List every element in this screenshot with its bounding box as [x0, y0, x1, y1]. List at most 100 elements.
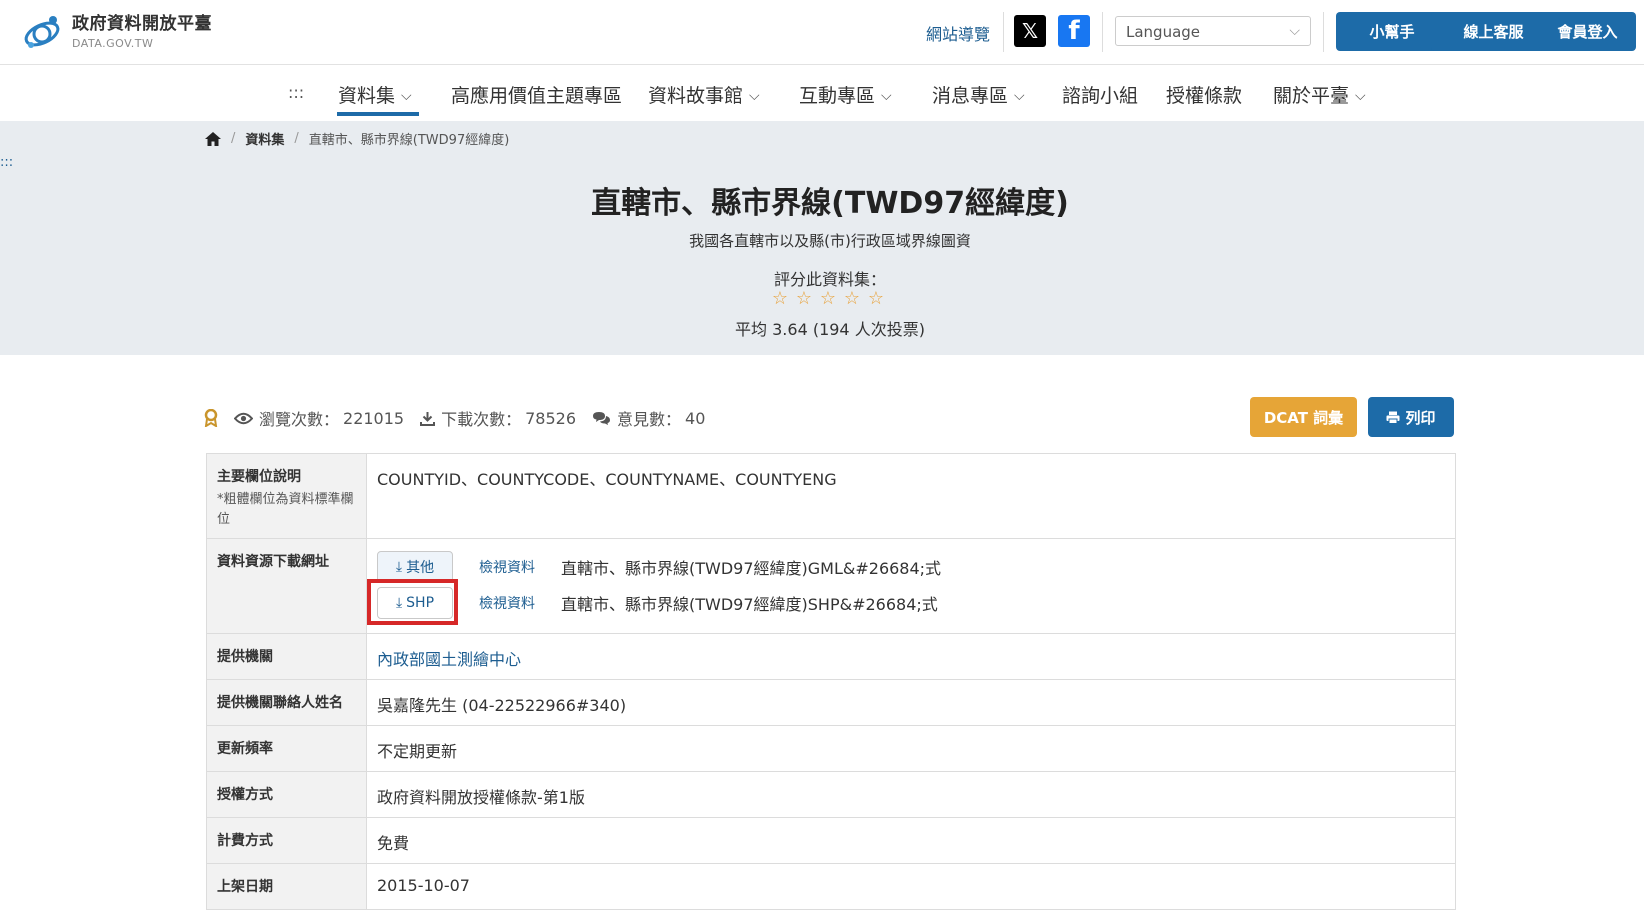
site-logo[interactable]: 政府資料開放平臺 DATA.GOV.TW: [22, 12, 212, 52]
nav-item-label: 消息專區: [932, 85, 1009, 107]
rating-average: 平均 3.64 (194 人次投票): [735, 320, 925, 339]
fee-label: 計費方式: [207, 818, 367, 863]
table-row: 上架日期 2015-10-07: [207, 864, 1455, 910]
star-icon[interactable]: ☆: [768, 288, 792, 309]
resources-label: 資料資源下載網址: [207, 539, 367, 633]
license-label: 授權方式: [207, 772, 367, 817]
divider: [1323, 12, 1324, 52]
nav-item-news[interactable]: 消息專區 ⌵: [932, 81, 1025, 108]
breadcrumb-separator: /: [294, 131, 299, 146]
nav-item-about[interactable]: 關於平臺 ⌵: [1273, 81, 1366, 108]
comments-icon: [593, 411, 611, 425]
language-select-label: Language: [1126, 23, 1201, 41]
x-social-icon[interactable]: 𝕏: [1014, 15, 1046, 47]
chevron-down-icon: ⌵: [1355, 88, 1366, 104]
nav-item-interactive[interactable]: 互動專區 ⌵: [799, 81, 892, 108]
breadcrumb-datasets-link[interactable]: 資料集: [245, 129, 284, 148]
fields-note: *粗體欄位為資料標準欄位: [217, 492, 354, 527]
nav-item-label: 關於平臺: [1273, 85, 1350, 107]
star-icon[interactable]: ☆: [816, 288, 840, 309]
contact-label: 提供機關聯絡人姓名: [207, 680, 367, 725]
table-row: 授權方式 政府資料開放授權條款-第1版: [207, 772, 1455, 818]
divider: [1003, 12, 1004, 52]
views-stat: 瀏覽次數： 221015: [234, 406, 404, 430]
chevron-down-icon: ⌵: [881, 88, 892, 104]
frequency-value: 不定期更新: [377, 742, 458, 761]
chevron-down-icon: ⌵: [749, 88, 760, 104]
chevron-down-icon: ⌵: [1289, 23, 1300, 39]
table-row: 提供機關 內政部國土測繪中心: [207, 634, 1455, 680]
comments-count: 40: [685, 408, 706, 428]
chevron-down-icon: ⌵: [401, 88, 412, 104]
resource-name: 直轄市、縣市界線(TWD97經緯度)GML&#26684;式: [561, 559, 942, 578]
table-row: 更新頻率 不定期更新: [207, 726, 1455, 772]
nav-item-label: 資料集: [338, 85, 396, 107]
resource-item: ⤓ SHP 檢視資料 直轄市、縣市界線(TWD97經緯度)SHP&#26684;…: [377, 585, 1445, 621]
provider-link[interactable]: 內政部國土測繪中心: [377, 650, 521, 669]
home-icon[interactable]: [205, 131, 221, 146]
nav-item-label: 資料故事館: [648, 85, 744, 107]
eye-icon: [234, 412, 253, 424]
chevron-down-icon: ⌵: [1014, 88, 1025, 104]
rating-stars: ☆ ☆ ☆ ☆ ☆: [768, 288, 888, 309]
nav-item-stories[interactable]: 資料故事館 ⌵: [648, 81, 760, 108]
provider-label: 提供機關: [207, 634, 367, 679]
online-support-button[interactable]: 線上客服: [1431, 12, 1556, 51]
license-value: 政府資料開放授權條款-第1版: [377, 788, 585, 807]
logo-subtitle: DATA.GOV.TW: [72, 36, 154, 50]
comments-label: 意見數：: [617, 410, 682, 429]
view-data-link[interactable]: 檢視資料: [479, 557, 535, 577]
award-badge: [204, 409, 218, 427]
resource-name: 直轄市、縣市界線(TWD97經緯度)SHP&#26684;式: [561, 595, 938, 614]
comments-stat: 意見數： 40: [592, 406, 705, 430]
dataset-stats: 瀏覽次數： 221015 下載次數： 78526 意見數： 40: [204, 406, 721, 430]
date-label: 上架日期: [207, 864, 367, 909]
nav-item-label: 授權條款: [1166, 85, 1243, 107]
download-button-label: 其他: [406, 560, 435, 576]
printer-icon: [1386, 411, 1400, 424]
divider: [1102, 12, 1103, 52]
view-data-link[interactable]: 檢視資料: [479, 593, 535, 613]
download-icon: ⤓: [395, 559, 403, 575]
downloads-count: 78526: [525, 408, 577, 428]
fee-value: 免費: [377, 834, 410, 853]
nav-item-label: 高應用價值主題專區: [451, 85, 623, 107]
table-row: 計費方式 免費: [207, 818, 1455, 864]
highlight-box: [367, 579, 458, 625]
breadcrumb: / 資料集 / 直轄市、縣市界線(TWD97經緯度): [205, 129, 509, 148]
downloads-label: 下載次數：: [441, 410, 522, 429]
provider-value: 內政部國土測繪中心: [367, 634, 1455, 679]
downloads-stat: 下載次數： 78526: [420, 406, 576, 430]
dcat-button[interactable]: DCAT 詞彙: [1250, 397, 1357, 437]
language-select[interactable]: Language ⌵: [1115, 16, 1311, 46]
breadcrumb-current: 直轄市、縣市界線(TWD97經緯度): [308, 133, 510, 148]
award-icon: [204, 409, 218, 427]
star-icon[interactable]: ☆: [840, 288, 864, 309]
nav-item-label: 互動專區: [799, 85, 876, 107]
sitemap-link[interactable]: 網站導覽: [926, 21, 990, 45]
contact-value: 吳嘉隆先生 (04-22522966#340): [377, 696, 627, 715]
star-icon[interactable]: ☆: [792, 288, 816, 309]
accesskey-dots[interactable]: :::: [0, 155, 13, 170]
resources-value: ⤓ 其他 檢視資料 直轄市、縣市界線(TWD97經緯度)GML&#26684;式…: [367, 539, 1455, 633]
nav-item-high-value[interactable]: 高應用價值主題專區: [451, 81, 622, 108]
nav-item-datasets[interactable]: 資料集 ⌵: [338, 81, 412, 108]
download-icon: [420, 411, 436, 426]
rating-label: 評分此資料集：: [773, 270, 886, 289]
row-label: 主要欄位說明 *粗體欄位為資料標準欄位: [207, 454, 367, 538]
member-login-button[interactable]: 會員登入: [1539, 12, 1636, 51]
accesskey-dots[interactable]: :::: [288, 83, 304, 102]
logo-title: 政府資料開放平臺: [72, 13, 212, 34]
table-row: 提供機關聯絡人姓名 吳嘉隆先生 (04-22522966#340): [207, 680, 1455, 726]
table-row: 主要欄位說明 *粗體欄位為資料標準欄位 COUNTYID、COUNTYCODE、…: [207, 454, 1455, 539]
star-icon[interactable]: ☆: [864, 288, 888, 309]
nav-active-indicator: [337, 112, 419, 116]
nav-item-license[interactable]: 授權條款: [1166, 81, 1242, 108]
print-button[interactable]: 列印: [1368, 397, 1454, 437]
nav-item-label: 諮詢小組: [1062, 85, 1139, 107]
facebook-icon[interactable]: f: [1058, 15, 1090, 47]
nav-item-advisory[interactable]: 諮詢小組: [1062, 81, 1138, 108]
resource-item: ⤓ 其他 檢視資料 直轄市、縣市界線(TWD97經緯度)GML&#26684;式: [377, 549, 1445, 585]
views-count: 221015: [343, 408, 405, 428]
print-button-label: 列印: [1405, 408, 1436, 427]
